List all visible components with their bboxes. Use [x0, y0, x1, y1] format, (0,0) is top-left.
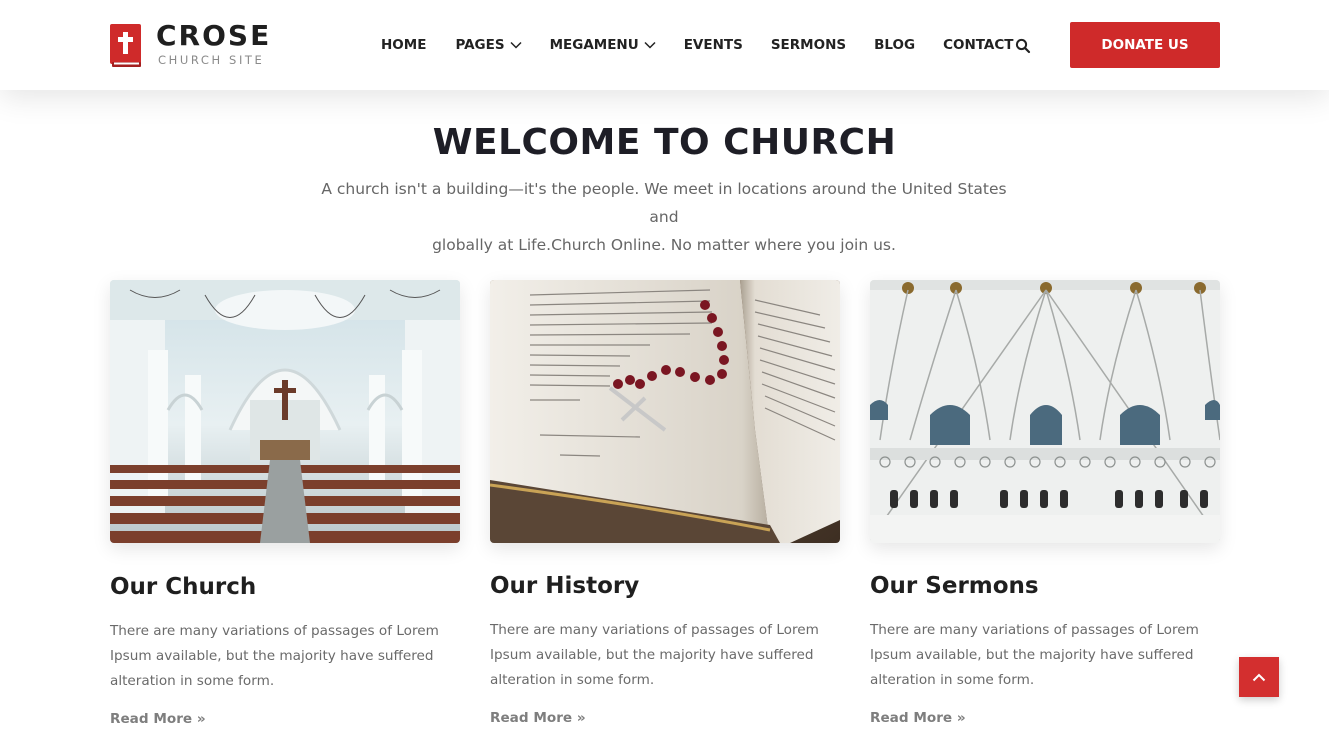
site-header: CROSE CHURCH SITE HOME PAGES MEGAMENU EV…: [0, 0, 1329, 90]
church-ceiling-photo[interactable]: [870, 280, 1220, 543]
main-nav: HOME PAGES MEGAMENU EVENTS SERMONS BLOG …: [381, 37, 1013, 53]
nav-contact[interactable]: CONTACT: [943, 37, 1013, 53]
chevron-up-icon: [1252, 673, 1266, 681]
read-more-link[interactable]: Read More »: [490, 710, 586, 726]
welcome-title: WELCOME TO CHURCH: [432, 122, 897, 163]
card-our-church: Our Church There are many variations of …: [110, 280, 460, 727]
open-bible-rosary-photo[interactable]: [490, 280, 840, 543]
church-interior-photo[interactable]: [110, 280, 460, 543]
donate-button[interactable]: DONATE US: [1070, 22, 1220, 68]
back-to-top-button[interactable]: [1239, 657, 1279, 697]
search-icon[interactable]: [1015, 38, 1031, 54]
bible-cross-icon: [110, 24, 141, 67]
welcome-text: A church isn't a building—it's the peopl…: [321, 180, 1007, 254]
nav-megamenu[interactable]: MEGAMENU: [550, 37, 656, 53]
card-our-sermons: Our Sermons There are many variations of…: [870, 280, 1220, 726]
chevron-down-icon: [510, 41, 522, 49]
card-text: There are many variations of passages of…: [870, 622, 1199, 688]
card-our-history: Our History There are many variations of…: [490, 280, 840, 726]
read-more-link[interactable]: Read More »: [870, 710, 966, 726]
card-title: Our History: [490, 573, 640, 599]
card-title: Our Church: [110, 574, 257, 600]
double-chevron-right-icon: »: [196, 711, 206, 727]
card-text: There are many variations of passages of…: [110, 623, 439, 689]
read-more-link[interactable]: Read More »: [110, 711, 206, 727]
nav-pages[interactable]: PAGES: [455, 37, 522, 53]
nav-home[interactable]: HOME: [381, 37, 426, 53]
nav-blog[interactable]: BLOG: [874, 37, 915, 53]
double-chevron-right-icon: »: [956, 710, 966, 726]
site-logo[interactable]: CROSE CHURCH SITE: [110, 19, 272, 67]
card-text: There are many variations of passages of…: [490, 622, 819, 688]
card-title: Our Sermons: [870, 573, 1039, 599]
brand-name: CROSE: [156, 19, 272, 52]
double-chevron-right-icon: »: [576, 710, 586, 726]
nav-events[interactable]: EVENTS: [684, 37, 743, 53]
nav-sermons[interactable]: SERMONS: [771, 37, 846, 53]
chevron-down-icon: [644, 41, 656, 49]
brand-tagline: CHURCH SITE: [158, 53, 265, 67]
